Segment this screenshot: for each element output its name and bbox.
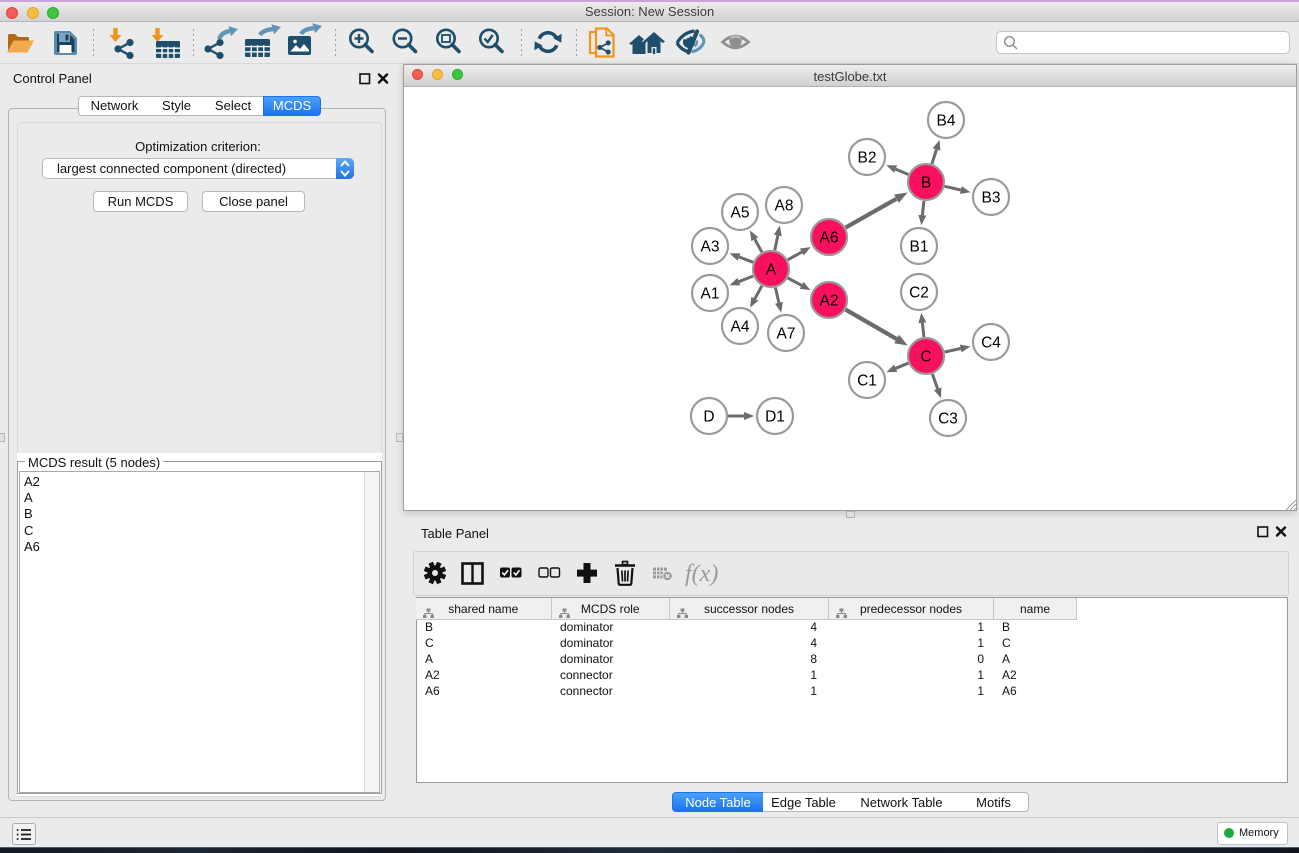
svg-text:A4: A4 [731,319,750,336]
svg-text:D1: D1 [765,409,785,426]
svg-text:C: C [920,349,931,366]
svg-text:A2: A2 [820,293,839,310]
svg-text:B3: B3 [982,190,1001,207]
svg-text:A: A [766,262,777,279]
svg-text:B2: B2 [858,150,877,167]
svg-text:A8: A8 [775,198,794,215]
svg-text:A7: A7 [777,326,796,343]
svg-text:f(x): f(x) [685,561,718,587]
svg-text:C4: C4 [981,335,1001,352]
svg-text:C2: C2 [909,285,929,302]
svg-text:A5: A5 [731,205,750,222]
svg-text:B4: B4 [937,113,956,130]
svg-text:A6: A6 [820,230,839,247]
svg-text:A3: A3 [701,239,720,256]
svg-text:C3: C3 [938,411,958,428]
svg-text:A1: A1 [701,286,720,303]
svg-text:D: D [703,409,714,426]
svg-text:B: B [921,175,931,192]
svg-text:B1: B1 [910,239,929,256]
svg-text:C1: C1 [857,373,877,390]
